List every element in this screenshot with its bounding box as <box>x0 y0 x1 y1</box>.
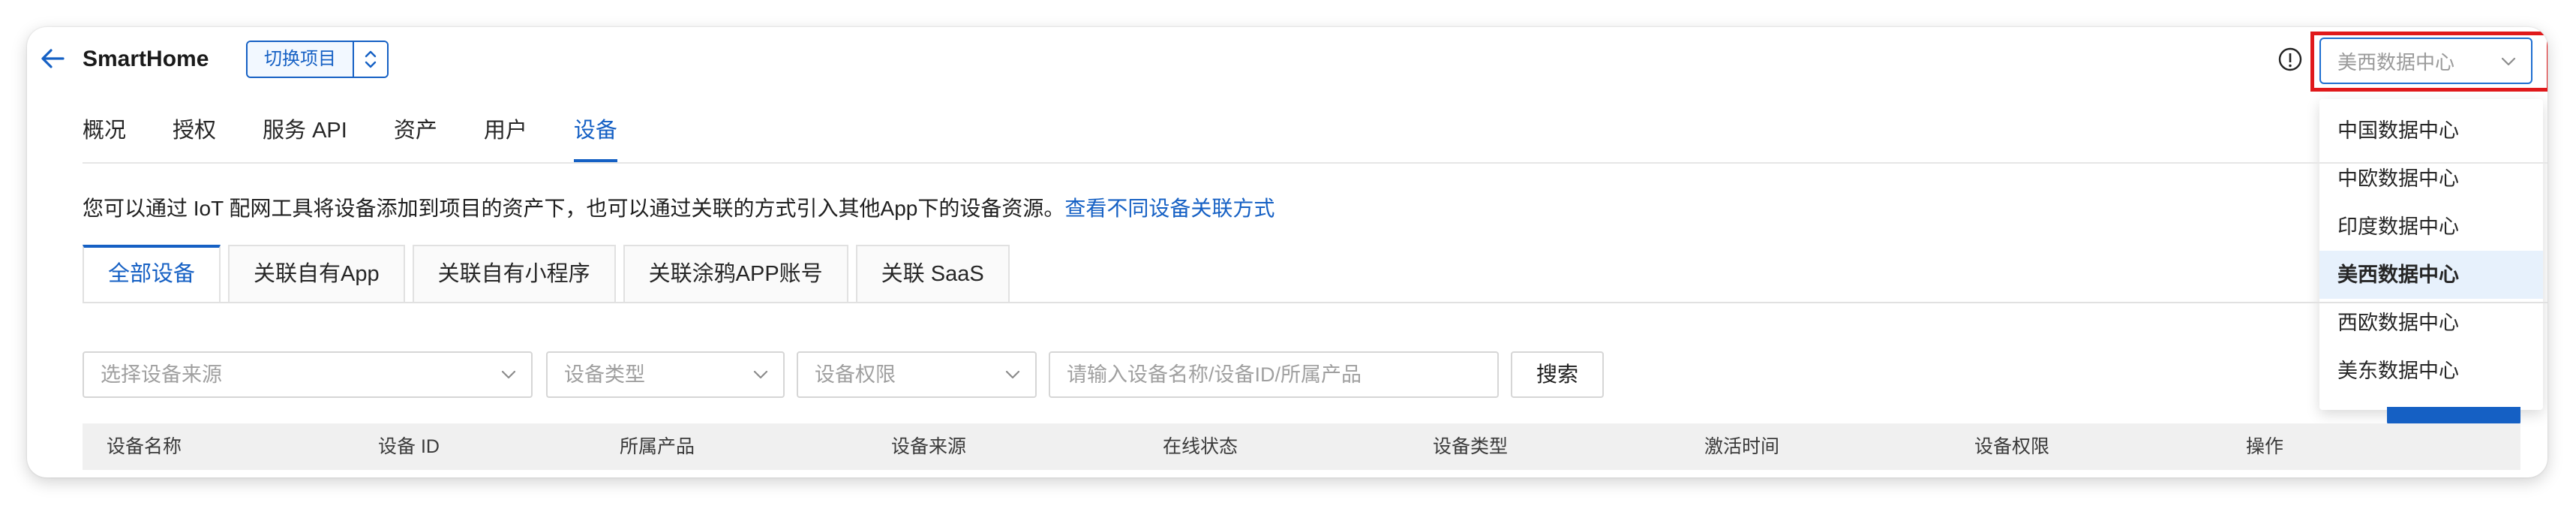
info-icon[interactable] <box>2277 47 2303 72</box>
device-description: 您可以通过 IoT 配网工具将设备添加到项目的资产下，也可以通过关联的方式引入其… <box>83 192 1274 222</box>
switch-project-button[interactable]: 切换项目 <box>248 42 353 77</box>
subtab-tuya-app-account[interactable]: 关联涂鸦APP账号 <box>623 245 848 303</box>
column-actions: 操作 <box>2246 436 2284 457</box>
region-option-west-europe[interactable]: 西欧数据中心 <box>2319 299 2543 347</box>
subtab-saas[interactable]: 关联 SaaS <box>855 245 1010 303</box>
device-permission-placeholder: 设备权限 <box>815 363 896 386</box>
subtab-own-app[interactable]: 关联自有App <box>228 245 405 303</box>
region-dropdown: 中国数据中心 中欧数据中心 印度数据中心 美西数据中心 西欧数据中心 美东数据中… <box>2319 99 2543 410</box>
tab-overview[interactable]: 概况 <box>83 113 126 162</box>
column-permission: 设备权限 <box>1974 436 2050 457</box>
tab-users[interactable]: 用户 <box>484 113 527 162</box>
primary-action-button[interactable] <box>2387 407 2520 425</box>
column-device-name: 设备名称 <box>107 436 182 457</box>
region-option-china[interactable]: 中国数据中心 <box>2319 107 2543 155</box>
tab-authorization[interactable]: 授权 <box>173 113 216 162</box>
column-online-status: 在线状态 <box>1163 436 1238 457</box>
up-down-chevron-icon <box>365 50 377 68</box>
device-type-placeholder: 设备类型 <box>564 363 645 386</box>
device-permission-select[interactable]: 设备权限 <box>797 351 1037 398</box>
subtab-divider <box>83 302 2547 303</box>
chevron-down-icon <box>501 370 516 379</box>
column-source: 设备来源 <box>891 436 967 457</box>
region-option-india[interactable]: 印度数据中心 <box>2319 203 2543 251</box>
chevron-down-icon <box>1005 370 1020 379</box>
project-title: SmartHome <box>83 47 209 71</box>
nav-divider <box>83 162 2547 164</box>
highlight-frame <box>2310 32 2547 92</box>
back-arrow-icon[interactable] <box>38 44 68 74</box>
device-source-select[interactable]: 选择设备来源 <box>83 351 533 398</box>
tab-assets[interactable]: 资产 <box>394 113 437 162</box>
column-device-type: 设备类型 <box>1433 436 1509 457</box>
search-button[interactable]: 搜索 <box>1511 351 1604 398</box>
device-subtabs: 全部设备 关联自有App 关联自有小程序 关联涂鸦APP账号 关联 SaaS <box>83 245 1017 303</box>
region-option-us-east[interactable]: 美东数据中心 <box>2319 347 2543 395</box>
device-table-header: 设备名称 设备 ID 所属产品 设备来源 在线状态 设备类型 激活时间 设备权限… <box>83 423 2520 470</box>
column-activation-time: 激活时间 <box>1704 436 1780 457</box>
tab-service-api[interactable]: 服务 API <box>263 113 347 162</box>
device-type-select[interactable]: 设备类型 <box>546 351 785 398</box>
primary-nav: 概况 授权 服务 API 资产 用户 设备 <box>83 113 664 162</box>
main-card: SmartHome 切换项目 美西数据中心 中国数据中心 中欧数据中心 印度数据… <box>27 27 2547 477</box>
tab-devices[interactable]: 设备 <box>573 113 617 162</box>
switch-project-control: 切换项目 <box>246 41 389 78</box>
description-text: 您可以通过 IoT 配网工具将设备添加到项目的资产下，也可以通过关联的方式引入其… <box>83 197 1065 220</box>
switch-project-caret[interactable] <box>353 42 387 77</box>
device-source-placeholder: 选择设备来源 <box>101 363 222 386</box>
subtab-own-miniprogram[interactable]: 关联自有小程序 <box>412 245 616 303</box>
subtab-all-devices[interactable]: 全部设备 <box>83 245 221 303</box>
column-product: 所属产品 <box>620 436 695 457</box>
column-device-id: 设备 ID <box>378 436 440 457</box>
association-methods-link[interactable]: 查看不同设备关联方式 <box>1064 197 1274 220</box>
chevron-down-icon <box>753 370 768 379</box>
device-search-input[interactable]: 请输入设备名称/设备ID/所属产品 <box>1049 351 1499 398</box>
region-option-us-west[interactable]: 美西数据中心 <box>2319 251 2543 299</box>
